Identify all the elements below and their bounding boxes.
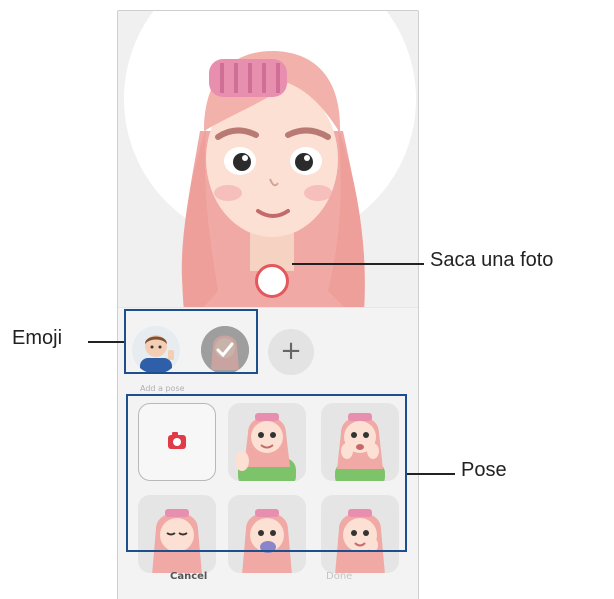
pose-callout-line: [407, 473, 455, 475]
pose-callout: Pose: [461, 459, 507, 481]
cancel-button[interactable]: Cancel: [170, 571, 207, 582]
pose-callout-frame: [126, 394, 407, 552]
plus-icon: +: [280, 336, 302, 366]
add-emoji-button[interactable]: +: [268, 329, 314, 375]
done-button[interactable]: Done: [326, 571, 352, 582]
shutter-callout: Saca una foto: [430, 249, 554, 271]
shutter-button[interactable]: [255, 264, 289, 298]
section-label: Add a pose: [140, 384, 185, 393]
shutter-callout-line: [292, 263, 424, 265]
emoji-callout-frame: [124, 309, 258, 374]
emoji-callout-line: [88, 341, 124, 343]
emoji-callout: Emoji: [12, 327, 63, 349]
camera-preview: [118, 11, 418, 311]
